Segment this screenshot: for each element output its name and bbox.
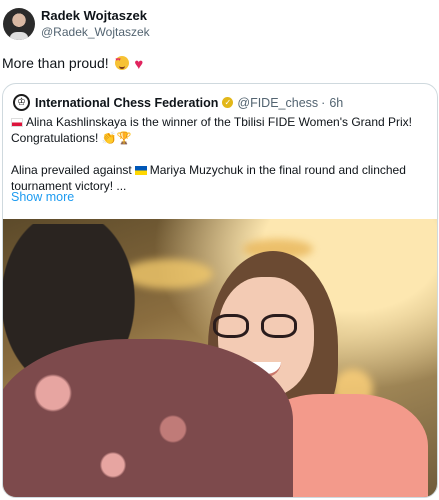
show-more-link[interactable]: Show more [11, 190, 74, 204]
quoted-line-2: Congratulations! [11, 131, 99, 145]
quoted-line-3b: Mariya Muzychuk in the final round and c… [149, 163, 406, 177]
quoted-line-1: Alina Kashlinskaya is the winner of the … [26, 115, 413, 129]
quoted-line-3a: Alina prevailed against [11, 163, 132, 177]
trophy-icon: 🏆 [116, 131, 132, 145]
quoted-timestamp[interactable]: 6h [329, 96, 343, 110]
avatar[interactable] [3, 8, 35, 40]
ukraine-flag-icon [134, 166, 147, 175]
quoted-tweet-photo[interactable] [3, 219, 437, 497]
tweet-body: More than proud! [2, 55, 109, 71]
tweet-text: More than proud! ♥ [2, 55, 143, 73]
quoted-tweet-text: Alina Kashlinskaya is the winner of the … [11, 114, 431, 194]
poland-flag-icon [11, 118, 23, 127]
author-handle[interactable]: @Radek_Wojtaszek [41, 24, 150, 41]
separator-dot: · [321, 95, 326, 110]
author-display-name[interactable]: Radek Wojtaszek [41, 7, 150, 24]
photo-foreground-shirt [3, 339, 293, 497]
quoted-account-name[interactable]: International Chess Federation [35, 96, 218, 110]
quoted-tweet-card[interactable]: ♔ International Chess Federation ✓ @FIDE… [2, 83, 438, 498]
verified-badge-icon: ✓ [222, 97, 234, 108]
heart-eyes-emoji-icon [114, 56, 129, 70]
red-heart-emoji-icon: ♥ [134, 55, 144, 73]
quoted-tweet-header: ♔ International Chess Federation ✓ @FIDE… [13, 94, 343, 111]
quoted-account-handle[interactable]: @FIDE_chess [237, 96, 318, 110]
photo-glasses [213, 314, 311, 342]
tweet-author[interactable]: Radek Wojtaszek @Radek_Wojtaszek [3, 7, 150, 41]
fide-logo-icon[interactable]: ♔ [13, 94, 30, 111]
clapping-hands-icon: 👏 [101, 131, 117, 145]
